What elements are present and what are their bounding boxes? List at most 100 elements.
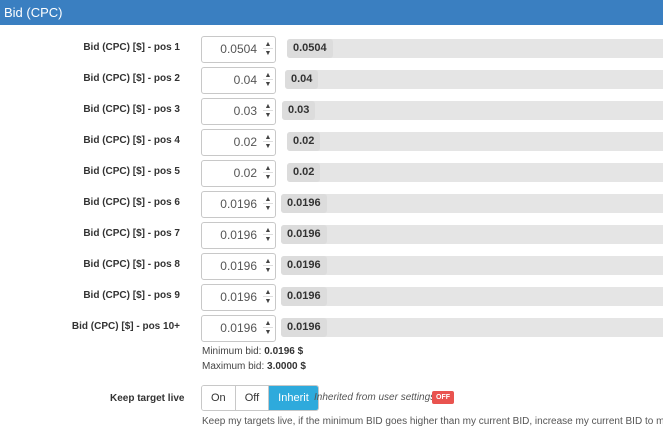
chevron-up-icon[interactable]: ▲ [263, 133, 273, 142]
bid-input-value: 0.0196 [220, 197, 257, 211]
bid-result-bar: 0.0196 [281, 194, 663, 213]
bid-result-bar: 0.0196 [281, 287, 663, 306]
bid-input-value: 0.02 [233, 166, 257, 180]
bid-row: Bid (CPC) [$] - pos 9 0.0196 ▲ ▼ 0.0196 [0, 284, 663, 311]
bid-result-badge: 0.0196 [281, 287, 327, 306]
chevron-down-icon[interactable]: ▼ [263, 328, 273, 337]
bid-input[interactable]: 0.0196 ▲ ▼ [201, 222, 276, 249]
bid-stepper: ▲ ▼ [263, 164, 273, 183]
bid-stepper: ▲ ▼ [263, 319, 273, 338]
bid-input[interactable]: 0.0196 ▲ ▼ [201, 315, 276, 342]
chevron-down-icon[interactable]: ▼ [263, 80, 273, 89]
chevron-up-icon[interactable]: ▲ [263, 319, 273, 328]
chevron-up-icon[interactable]: ▲ [263, 195, 273, 204]
bid-result-bar: 0.02 [287, 163, 663, 182]
bid-row: Bid (CPC) [$] - pos 3 0.03 ▲ ▼ 0.03 [0, 98, 663, 125]
bid-row: Bid (CPC) [$] - pos 1 0.0504 ▲ ▼ 0.0504 [0, 36, 663, 63]
chevron-down-icon[interactable]: ▼ [263, 266, 273, 275]
bid-input-value: 0.0504 [220, 42, 257, 56]
chevron-down-icon[interactable]: ▼ [263, 111, 273, 120]
keep-target-live-label: Keep target live [110, 393, 185, 404]
bid-row: Bid (CPC) [$] - pos 8 0.0196 ▲ ▼ 0.0196 [0, 253, 663, 280]
bid-input[interactable]: 0.02 ▲ ▼ [201, 129, 276, 156]
bid-position-label: Bid (CPC) [$] - pos 5 [83, 166, 180, 177]
bid-result-bar: 0.03 [282, 101, 663, 120]
bid-input-value: 0.04 [233, 73, 257, 87]
chevron-down-icon[interactable]: ▼ [263, 235, 273, 244]
bid-result-bar: 0.0196 [281, 318, 663, 337]
chevron-up-icon[interactable]: ▲ [263, 288, 273, 297]
bid-position-label: Bid (CPC) [$] - pos 8 [83, 259, 180, 270]
bid-result-badge: 0.03 [282, 101, 316, 120]
bid-result-badge: 0.0196 [281, 256, 327, 275]
minimum-bid-info: Minimum bid: 0.0196 $ [202, 346, 303, 357]
bid-input[interactable]: 0.0196 ▲ ▼ [201, 284, 276, 311]
maximum-bid-info: Maximum bid: 3.0000 $ [202, 361, 306, 372]
bid-result-badge: 0.0196 [281, 225, 327, 244]
bid-input-value: 0.0196 [220, 228, 257, 242]
minimum-bid-label: Minimum bid: [202, 346, 262, 357]
bid-result-bar: 0.0504 [287, 39, 663, 58]
keep-target-live-toggle: On Off Inherit [201, 385, 319, 411]
bid-input-value: 0.0196 [220, 321, 257, 335]
bid-result-badge: 0.04 [285, 70, 319, 89]
bid-row: Bid (CPC) [$] - pos 5 0.02 ▲ ▼ 0.02 [0, 160, 663, 187]
chevron-down-icon[interactable]: ▼ [263, 173, 273, 182]
bid-stepper: ▲ ▼ [263, 71, 273, 90]
bid-result-badge: 0.0196 [281, 318, 327, 337]
bid-position-label: Bid (CPC) [$] - pos 7 [83, 228, 180, 239]
bid-input[interactable]: 0.04 ▲ ▼ [201, 67, 276, 94]
bid-result-badge: 0.02 [287, 132, 321, 151]
chevron-up-icon[interactable]: ▲ [263, 164, 273, 173]
keep-live-on-button[interactable]: On [202, 386, 236, 410]
chevron-down-icon[interactable]: ▼ [263, 204, 273, 213]
chevron-up-icon[interactable]: ▲ [263, 226, 273, 235]
bid-result-badge: 0.0196 [281, 194, 327, 213]
minimum-bid-value: 0.0196 $ [264, 346, 304, 357]
bid-result-bar: 0.0196 [281, 225, 663, 244]
inherited-status-badge: OFF [432, 391, 454, 404]
bid-input[interactable]: 0.0504 ▲ ▼ [201, 36, 276, 63]
bid-stepper: ▲ ▼ [263, 195, 273, 214]
keep-live-inherit-button[interactable]: Inherit [269, 386, 318, 410]
chevron-up-icon[interactable]: ▲ [263, 102, 273, 111]
bid-stepper: ▲ ▼ [263, 226, 273, 245]
bid-input-value: 0.03 [233, 104, 257, 118]
bid-result-badge: 0.02 [287, 163, 321, 182]
chevron-up-icon[interactable]: ▲ [263, 40, 273, 49]
bid-result-bar: 0.02 [287, 132, 663, 151]
bid-input-value: 0.02 [233, 135, 257, 149]
bid-position-label: Bid (CPC) [$] - pos 4 [83, 135, 180, 146]
bid-row: Bid (CPC) [$] - pos 10+ 0.0196 ▲ ▼ 0.019… [0, 315, 663, 342]
bid-stepper: ▲ ▼ [263, 102, 273, 121]
bid-input[interactable]: 0.03 ▲ ▼ [201, 98, 276, 125]
bid-result-bar: 0.0196 [281, 256, 663, 275]
bid-stepper: ▲ ▼ [263, 40, 273, 59]
bid-position-label: Bid (CPC) [$] - pos 1 [83, 42, 180, 53]
bid-row: Bid (CPC) [$] - pos 6 0.0196 ▲ ▼ 0.0196 [0, 191, 663, 218]
chevron-down-icon[interactable]: ▼ [263, 142, 273, 151]
bid-input-value: 0.0196 [220, 290, 257, 304]
chevron-down-icon[interactable]: ▼ [263, 49, 273, 58]
inherited-note: Inherited from user settings [314, 392, 436, 403]
bid-position-label: Bid (CPC) [$] - pos 6 [83, 197, 180, 208]
bid-row: Bid (CPC) [$] - pos 7 0.0196 ▲ ▼ 0.0196 [0, 222, 663, 249]
maximum-bid-label: Maximum bid: [202, 361, 265, 372]
bid-input[interactable]: 0.0196 ▲ ▼ [201, 253, 276, 280]
maximum-bid-value: 3.0000 $ [267, 361, 306, 372]
chevron-down-icon[interactable]: ▼ [263, 297, 273, 306]
bid-stepper: ▲ ▼ [263, 257, 273, 276]
bid-row: Bid (CPC) [$] - pos 4 0.02 ▲ ▼ 0.02 [0, 129, 663, 156]
bid-input[interactable]: 0.0196 ▲ ▼ [201, 191, 276, 218]
bid-position-label: Bid (CPC) [$] - pos 9 [83, 290, 180, 301]
bid-result-badge: 0.0504 [287, 39, 333, 58]
chevron-up-icon[interactable]: ▲ [263, 71, 273, 80]
chevron-up-icon[interactable]: ▲ [263, 257, 273, 266]
bid-input-value: 0.0196 [220, 259, 257, 273]
keep-target-help-text: Keep my targets live, if the minimum BID… [202, 416, 663, 427]
bid-row: Bid (CPC) [$] - pos 2 0.04 ▲ ▼ 0.04 [0, 67, 663, 94]
bid-input[interactable]: 0.02 ▲ ▼ [201, 160, 276, 187]
keep-live-off-button[interactable]: Off [235, 386, 270, 410]
bid-position-label: Bid (CPC) [$] - pos 3 [83, 104, 180, 115]
bid-position-label: Bid (CPC) [$] - pos 2 [83, 73, 180, 84]
